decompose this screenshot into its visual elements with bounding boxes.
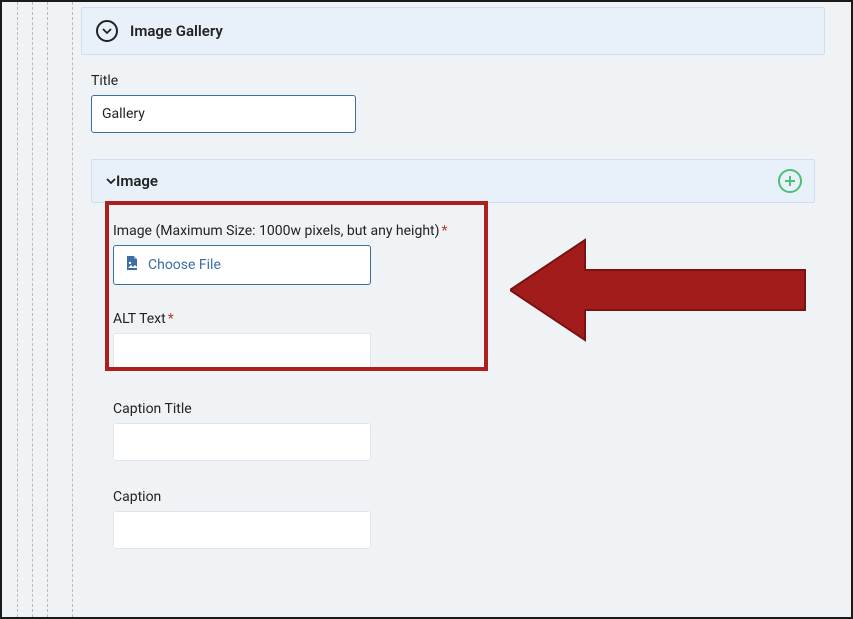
image-gallery-header[interactable]: Image Gallery	[81, 7, 825, 55]
title-input[interactable]	[91, 95, 356, 133]
chevron-down-icon	[106, 172, 116, 190]
image-file-icon	[124, 255, 140, 275]
alt-text-input[interactable]	[113, 333, 371, 371]
caption-title-input[interactable]	[113, 423, 371, 461]
caption-label: Caption	[113, 489, 793, 505]
chevron-down-icon	[96, 20, 118, 42]
choose-file-button[interactable]: Choose File	[113, 245, 371, 285]
required-marker: *	[441, 223, 447, 239]
required-marker: *	[168, 311, 174, 327]
add-button[interactable]	[778, 169, 802, 193]
caption-title-label: Caption Title	[113, 401, 793, 417]
title-label: Title	[91, 73, 815, 89]
image-section-header[interactable]: Image	[91, 159, 815, 203]
section-title: Image	[116, 172, 158, 190]
choose-file-label: Choose File	[148, 257, 221, 273]
caption-input[interactable]	[113, 511, 371, 549]
section-title: Image Gallery	[130, 22, 223, 40]
image-field-label: Image (Maximum Size: 1000w pixels, but a…	[113, 223, 793, 239]
alt-text-label: ALT Text*	[113, 311, 793, 327]
